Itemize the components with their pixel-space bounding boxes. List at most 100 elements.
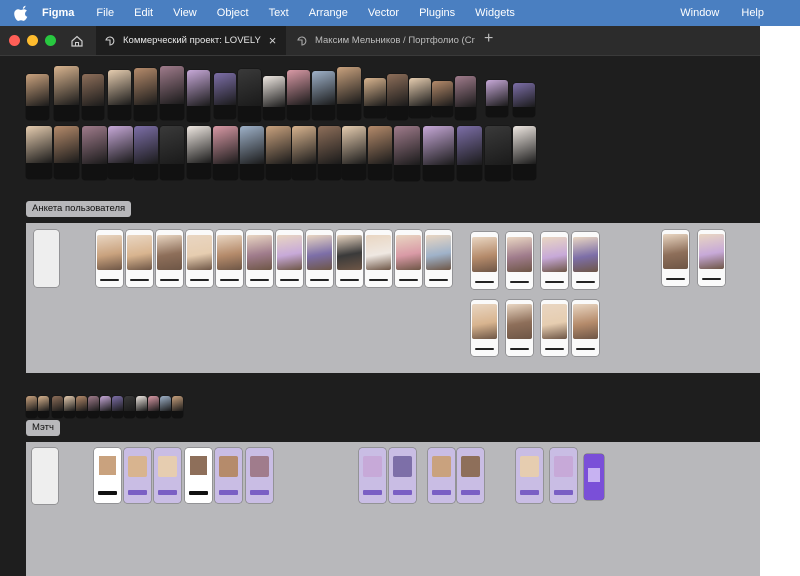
design-frame[interactable] <box>336 230 363 287</box>
menu-plugins[interactable]: Plugins <box>419 7 455 19</box>
design-frame[interactable] <box>112 396 123 418</box>
design-frame[interactable] <box>160 126 184 180</box>
design-frame[interactable] <box>428 448 455 503</box>
tab-portfolio[interactable]: Максим Мельников / Портфолио (Cr <box>288 26 478 55</box>
design-frame[interactable] <box>82 126 107 180</box>
design-frame[interactable] <box>160 396 171 418</box>
design-frame[interactable] <box>213 126 238 180</box>
design-frame[interactable] <box>108 126 133 179</box>
menu-window[interactable]: Window <box>680 7 719 19</box>
design-frame[interactable] <box>34 230 59 287</box>
menu-edit[interactable]: Edit <box>134 7 153 19</box>
minimize-window-button[interactable] <box>27 35 38 46</box>
zoom-window-button[interactable] <box>45 35 56 46</box>
design-frame[interactable] <box>513 126 536 180</box>
design-frame[interactable] <box>186 230 213 287</box>
design-frame[interactable] <box>471 300 498 356</box>
design-frame[interactable] <box>292 126 316 180</box>
apple-icon[interactable] <box>14 5 28 21</box>
design-frame[interactable] <box>126 230 153 287</box>
design-frame[interactable] <box>108 70 131 120</box>
design-frame[interactable] <box>82 74 104 120</box>
design-frame[interactable] <box>432 81 453 117</box>
design-frame[interactable] <box>216 230 243 287</box>
design-frame[interactable] <box>457 126 482 181</box>
design-frame[interactable] <box>365 230 392 287</box>
design-frame[interactable] <box>368 126 392 180</box>
design-frame[interactable] <box>88 396 99 418</box>
close-window-button[interactable] <box>9 35 20 46</box>
design-frame[interactable] <box>96 230 123 287</box>
design-frame[interactable] <box>394 126 420 181</box>
design-frame[interactable] <box>136 396 147 418</box>
menu-text[interactable]: Text <box>269 7 289 19</box>
new-tab-button[interactable]: + <box>484 30 493 48</box>
design-frame[interactable] <box>306 230 333 287</box>
design-frame[interactable] <box>342 126 366 180</box>
design-frame[interactable] <box>94 448 121 503</box>
design-frame[interactable] <box>160 66 184 120</box>
design-frame[interactable] <box>662 230 689 286</box>
design-frame[interactable] <box>26 126 52 179</box>
design-frame[interactable] <box>32 448 58 504</box>
design-frame[interactable] <box>395 230 422 287</box>
design-frame[interactable] <box>154 448 181 503</box>
design-frame[interactable] <box>54 126 79 179</box>
design-frame[interactable] <box>584 454 604 500</box>
design-frame[interactable] <box>550 448 577 503</box>
design-frame[interactable] <box>38 396 49 418</box>
design-frame[interactable] <box>364 78 386 118</box>
design-frame[interactable] <box>26 74 49 120</box>
menu-app-name[interactable]: Figma <box>42 7 74 19</box>
design-frame[interactable] <box>541 300 568 356</box>
design-frame[interactable] <box>471 232 498 289</box>
design-frame[interactable] <box>263 76 285 120</box>
design-frame[interactable] <box>246 448 273 503</box>
menu-widgets[interactable]: Widgets <box>475 7 515 19</box>
menu-help[interactable]: Help <box>741 7 764 19</box>
design-frame[interactable] <box>318 126 341 180</box>
design-frame[interactable] <box>76 396 87 418</box>
design-frame[interactable] <box>455 76 476 120</box>
menu-arrange[interactable]: Arrange <box>309 7 348 19</box>
design-frame[interactable] <box>506 300 533 356</box>
design-frame[interactable] <box>187 126 211 179</box>
design-frame[interactable] <box>541 232 568 289</box>
design-frame[interactable] <box>516 448 543 503</box>
menu-object[interactable]: Object <box>217 7 249 19</box>
design-frame[interactable] <box>52 396 63 418</box>
design-frame[interactable] <box>698 230 725 286</box>
design-frame[interactable] <box>100 396 111 418</box>
design-frame[interactable] <box>337 67 361 120</box>
tab-lovely[interactable]: Коммерческий проект: LOVELY × <box>96 26 286 55</box>
design-frame[interactable] <box>486 80 508 117</box>
design-frame[interactable] <box>572 232 599 289</box>
design-frame[interactable] <box>215 448 242 503</box>
design-frame[interactable] <box>359 448 386 503</box>
design-frame[interactable] <box>312 71 335 120</box>
design-frame[interactable] <box>513 83 535 117</box>
design-frame[interactable] <box>134 126 158 180</box>
design-frame[interactable] <box>246 230 273 287</box>
menu-vector[interactable]: Vector <box>368 7 399 19</box>
design-frame[interactable] <box>266 126 291 180</box>
design-frame[interactable] <box>387 74 408 120</box>
design-frame[interactable] <box>134 68 157 121</box>
section-label-match[interactable]: Мэтч <box>26 420 60 436</box>
design-frame[interactable] <box>276 230 303 287</box>
design-frame[interactable] <box>423 126 454 181</box>
tab-close-icon[interactable]: × <box>269 33 277 48</box>
design-frame[interactable] <box>54 66 79 121</box>
design-frame[interactable] <box>457 448 484 503</box>
design-frame[interactable] <box>572 300 599 356</box>
design-frame[interactable] <box>409 78 431 118</box>
design-frame[interactable] <box>485 126 511 181</box>
menu-view[interactable]: View <box>173 7 197 19</box>
home-button[interactable] <box>66 32 88 50</box>
design-frame[interactable] <box>389 448 416 503</box>
menu-file[interactable]: File <box>96 7 114 19</box>
design-frame[interactable] <box>172 396 183 418</box>
design-frame[interactable] <box>214 73 236 119</box>
design-canvas[interactable]: Анкета пользователя Мэтч <box>0 56 760 576</box>
design-frame[interactable] <box>287 70 310 120</box>
